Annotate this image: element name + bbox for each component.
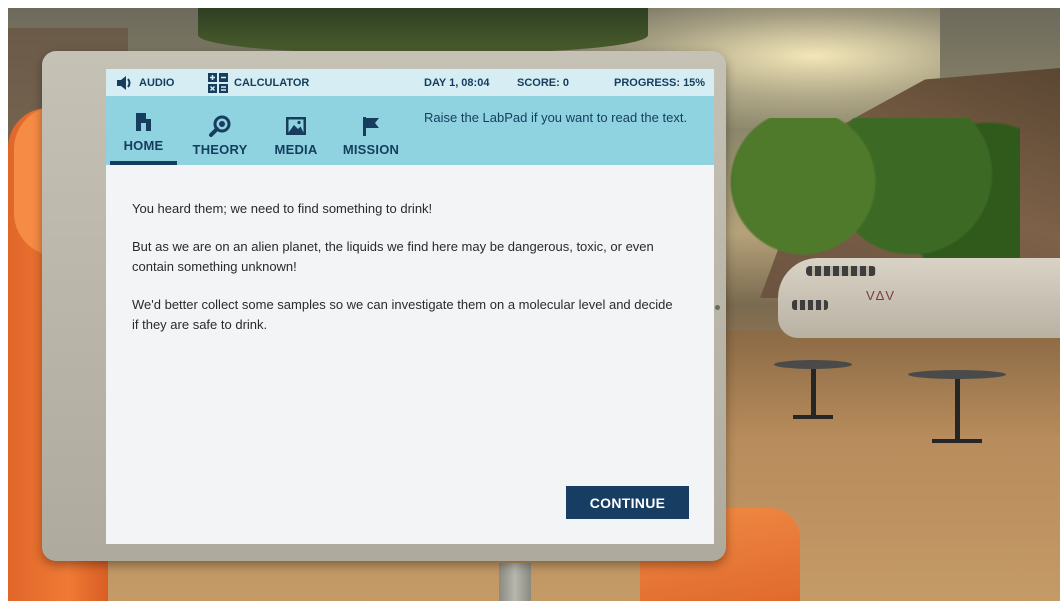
mission-text: You heard them; we need to find somethin… <box>132 199 682 353</box>
tab-home-label: HOME <box>123 138 164 153</box>
building-logo: VΔV <box>866 288 896 303</box>
calculator-button[interactable]: CALCULATOR <box>207 69 309 96</box>
image-icon <box>286 117 306 135</box>
magnifier-icon <box>209 115 231 137</box>
labpad-screen: AUDIO CALCULATOR DAY 1, 08:04 SCORE: 0 P… <box>106 69 714 544</box>
home-icon <box>135 113 151 131</box>
tab-theory[interactable]: THEORY <box>188 96 252 165</box>
continue-button[interactable]: CONTINUE <box>566 486 689 519</box>
nav-bar: HOME THEORY MEDIA MISSION Raise the LabP… <box>106 96 714 165</box>
audio-button[interactable]: AUDIO <box>116 69 174 96</box>
tab-media-label: MEDIA <box>274 142 318 157</box>
lab-building: VΔV <box>778 258 1060 338</box>
audio-label: AUDIO <box>139 76 175 89</box>
trees-right <box>710 118 1020 278</box>
progress-display: PROGRESS: 15% <box>614 76 706 89</box>
day-time: DAY 1, 08:04 <box>424 76 490 89</box>
tab-mission-label: MISSION <box>342 142 400 157</box>
paragraph: We'd better collect some samples so we c… <box>132 297 673 332</box>
status-bar: AUDIO CALCULATOR DAY 1, 08:04 SCORE: 0 P… <box>106 69 714 96</box>
tab-theory-label: THEORY <box>192 142 248 157</box>
tree-canopy <box>198 8 648 53</box>
tab-mission[interactable]: MISSION <box>338 96 404 165</box>
calculator-icon <box>208 72 228 93</box>
labpad-hint: Raise the LabPad if you want to read the… <box>424 110 688 125</box>
flag-icon <box>363 117 379 136</box>
lab-table[interactable] <box>908 370 1006 443</box>
calculator-label: CALCULATOR <box>234 76 310 89</box>
tab-media[interactable]: MEDIA <box>270 96 322 165</box>
paragraph: You heard them; we need to find somethin… <box>132 201 433 216</box>
speaker-icon <box>117 75 131 90</box>
building-vent <box>806 266 876 276</box>
paragraph: But as we are on an alien planet, the li… <box>132 239 654 274</box>
tab-home[interactable]: HOME <box>110 96 177 165</box>
score-display: SCORE: 0 <box>517 76 569 89</box>
building-vent <box>792 300 828 310</box>
labpad-handle <box>499 563 531 601</box>
labpad-side-button <box>715 305 720 310</box>
lab-table[interactable] <box>774 360 852 419</box>
